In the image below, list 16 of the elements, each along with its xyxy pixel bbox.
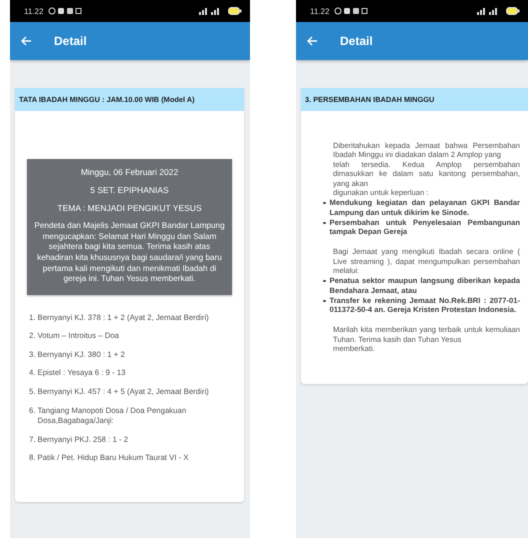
bullet-icon [323,202,326,204]
app-bar-title: Detail [340,34,373,48]
back-arrow-icon[interactable] [306,35,318,47]
bullet-icon [323,280,326,282]
banner-line: TEMA : MENJADI PENGIKUT YESUS [56,203,203,213]
app-bar-title: Detail [54,34,87,48]
battery-icon [228,7,242,15]
back-arrow-icon[interactable] [20,35,32,47]
status-time: 11.22 [24,6,44,16]
banner-paragraph: Pendeta dan Majelis Jemaat GKPI Bandar Lampung mengucapkan: Selamat Hari Minggu dan Salam sejahtera bagi kita semua. Terima kasih atas kehadiran kita khususnya bagi saudara/i yang baru pertama kali mengikuti dan menikmati Ibadah di gereja ini. Tuhan Yesus memberkati. [33,221,226,285]
bullet-icon [323,300,326,302]
bullet-icon [323,222,326,224]
banner-line: 5 SET. EPIPHANIAS [89,185,170,195]
status-time: 11.22 [310,6,330,16]
battery-icon [506,7,520,15]
banner-line: Minggu, 06 Februari 2022 [80,167,180,177]
